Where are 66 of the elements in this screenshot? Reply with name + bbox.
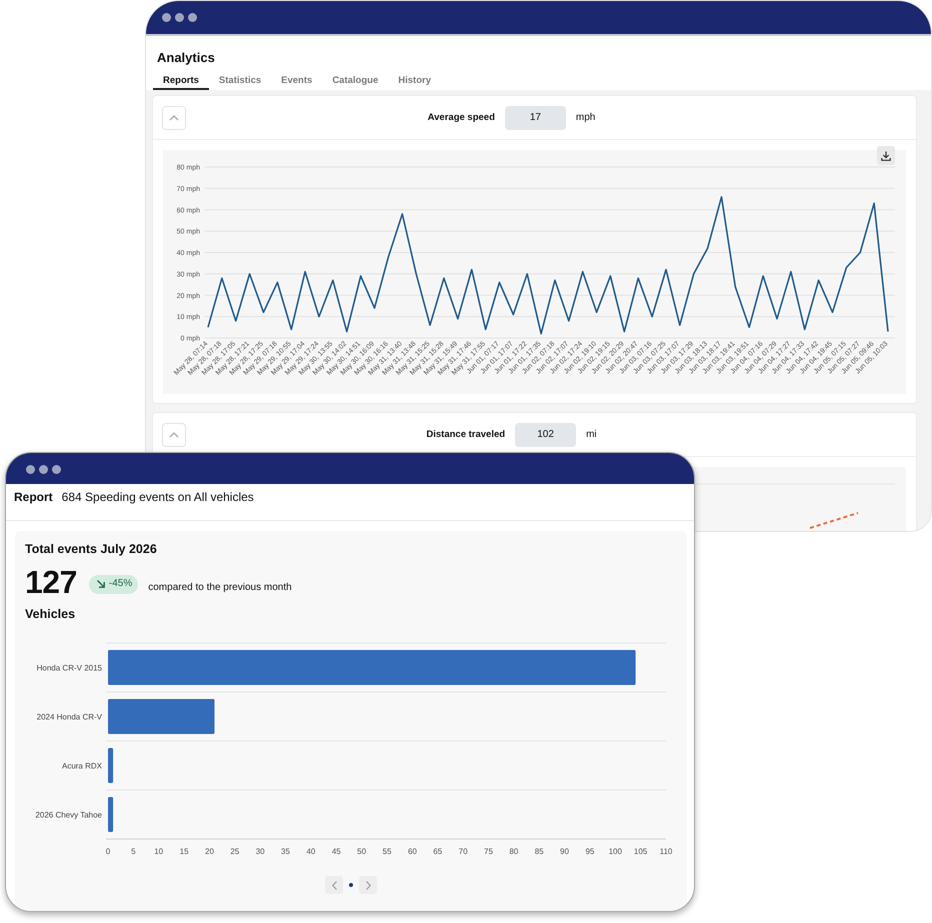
tick-label: 10 (154, 847, 164, 856)
tick-label: 40 (306, 847, 316, 856)
window-dot-icon (162, 13, 171, 22)
tick-label: 25 (230, 847, 240, 856)
page-dot-icon[interactable] (349, 883, 353, 887)
metric-value: 102 (515, 422, 576, 446)
tick-label: 60 (408, 847, 417, 856)
metric-value: 17 (504, 106, 566, 130)
section-heading: Total events July 2026 (25, 541, 158, 557)
tick-label: 85 (534, 847, 544, 856)
download-icon (881, 150, 891, 160)
tab[interactable]: Catalogue (322, 72, 388, 90)
tab[interactable]: History (388, 72, 441, 90)
collapse-button[interactable] (162, 106, 186, 130)
arrow-down-right-icon (96, 579, 106, 589)
report-title: 684 Speeding events on All vehicles (62, 490, 254, 504)
download-button[interactable] (877, 146, 895, 165)
tick-label: 75 (484, 847, 493, 856)
tick-label: 45 (332, 847, 341, 856)
tick-label: 90 (560, 847, 569, 856)
tick-label: 70 (458, 847, 468, 856)
tab[interactable]: Statistics (208, 72, 272, 90)
metric-unit: mph (576, 112, 596, 124)
metric-label: Average speed (428, 112, 495, 124)
category-label: Acura RDX (62, 762, 102, 770)
chevron-up-icon (169, 432, 179, 438)
category-label: Honda CR-V 2015 (36, 664, 102, 672)
next-button[interactable] (359, 876, 377, 894)
tick-label: 15 (180, 847, 189, 856)
tick-label: 105 (634, 847, 648, 856)
trend-line (810, 512, 858, 529)
tick-label: 35 (281, 847, 290, 856)
change-value: -45% (108, 578, 132, 590)
category-label: 2026 Chevy Tahoe (35, 810, 102, 820)
report-label: Report (14, 490, 53, 504)
metric-unit: mi (586, 428, 597, 440)
chevron-right-icon (366, 880, 370, 890)
window-dot-icon (39, 465, 48, 474)
window-dot-icon (26, 465, 35, 474)
previous-button[interactable] (325, 876, 343, 894)
tick-label: 50 (357, 847, 366, 856)
window-dot-icon (52, 465, 61, 474)
tick-label: 110 (660, 847, 672, 856)
chevron-left-icon (332, 880, 336, 890)
total-count: 127 (25, 564, 77, 600)
tick-label: 65 (433, 847, 442, 856)
category-label: 2024 Honda CR-V (36, 712, 102, 722)
window-dot-icon (188, 13, 197, 22)
section-heading: Vehicles (25, 606, 76, 622)
tick-label: 95 (585, 847, 594, 856)
bar (108, 797, 114, 832)
tick-label: 5 (131, 847, 136, 856)
tick-label: 0 (106, 847, 110, 856)
tick-label: 100 (608, 847, 622, 856)
tick-label: 80 (509, 847, 518, 856)
metric-label: Distance traveled (426, 428, 506, 440)
tick-label: 30 (256, 847, 265, 856)
collapse-button[interactable] (162, 422, 186, 446)
tick-label: 55 (382, 847, 392, 856)
comparison-text: compared to the previous month (148, 582, 292, 594)
tab[interactable]: Events (271, 72, 322, 90)
bar (108, 748, 114, 783)
window-dot-icon (175, 13, 184, 22)
chevron-up-icon (169, 114, 179, 120)
page-title: Analytics (157, 50, 216, 66)
tick-label: 20 (205, 847, 214, 856)
